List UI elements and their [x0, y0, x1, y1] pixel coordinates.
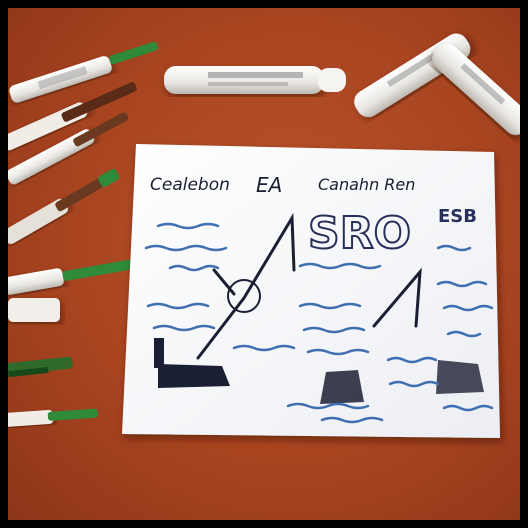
marker-top: [164, 66, 346, 94]
marker-5: [8, 259, 133, 295]
photo-frame: Cealebon EA Canahn Ren SRO ESB: [8, 8, 520, 520]
marker-1: [9, 41, 158, 103]
paper-code-right: ESB: [438, 206, 477, 227]
marker-pair-top-right: [354, 33, 520, 135]
marker-6: [8, 298, 60, 322]
paper-big-text: SRO: [308, 208, 411, 259]
marker-7: [8, 356, 73, 378]
paper-heading-mid: EA: [256, 173, 282, 197]
desk-scene: Cealebon EA Canahn Ren SRO ESB: [8, 33, 520, 438]
marker-8: [8, 408, 98, 427]
paper-heading-left: Cealebon: [150, 175, 230, 195]
paper-heading-right: Canahn Ren: [318, 175, 415, 194]
